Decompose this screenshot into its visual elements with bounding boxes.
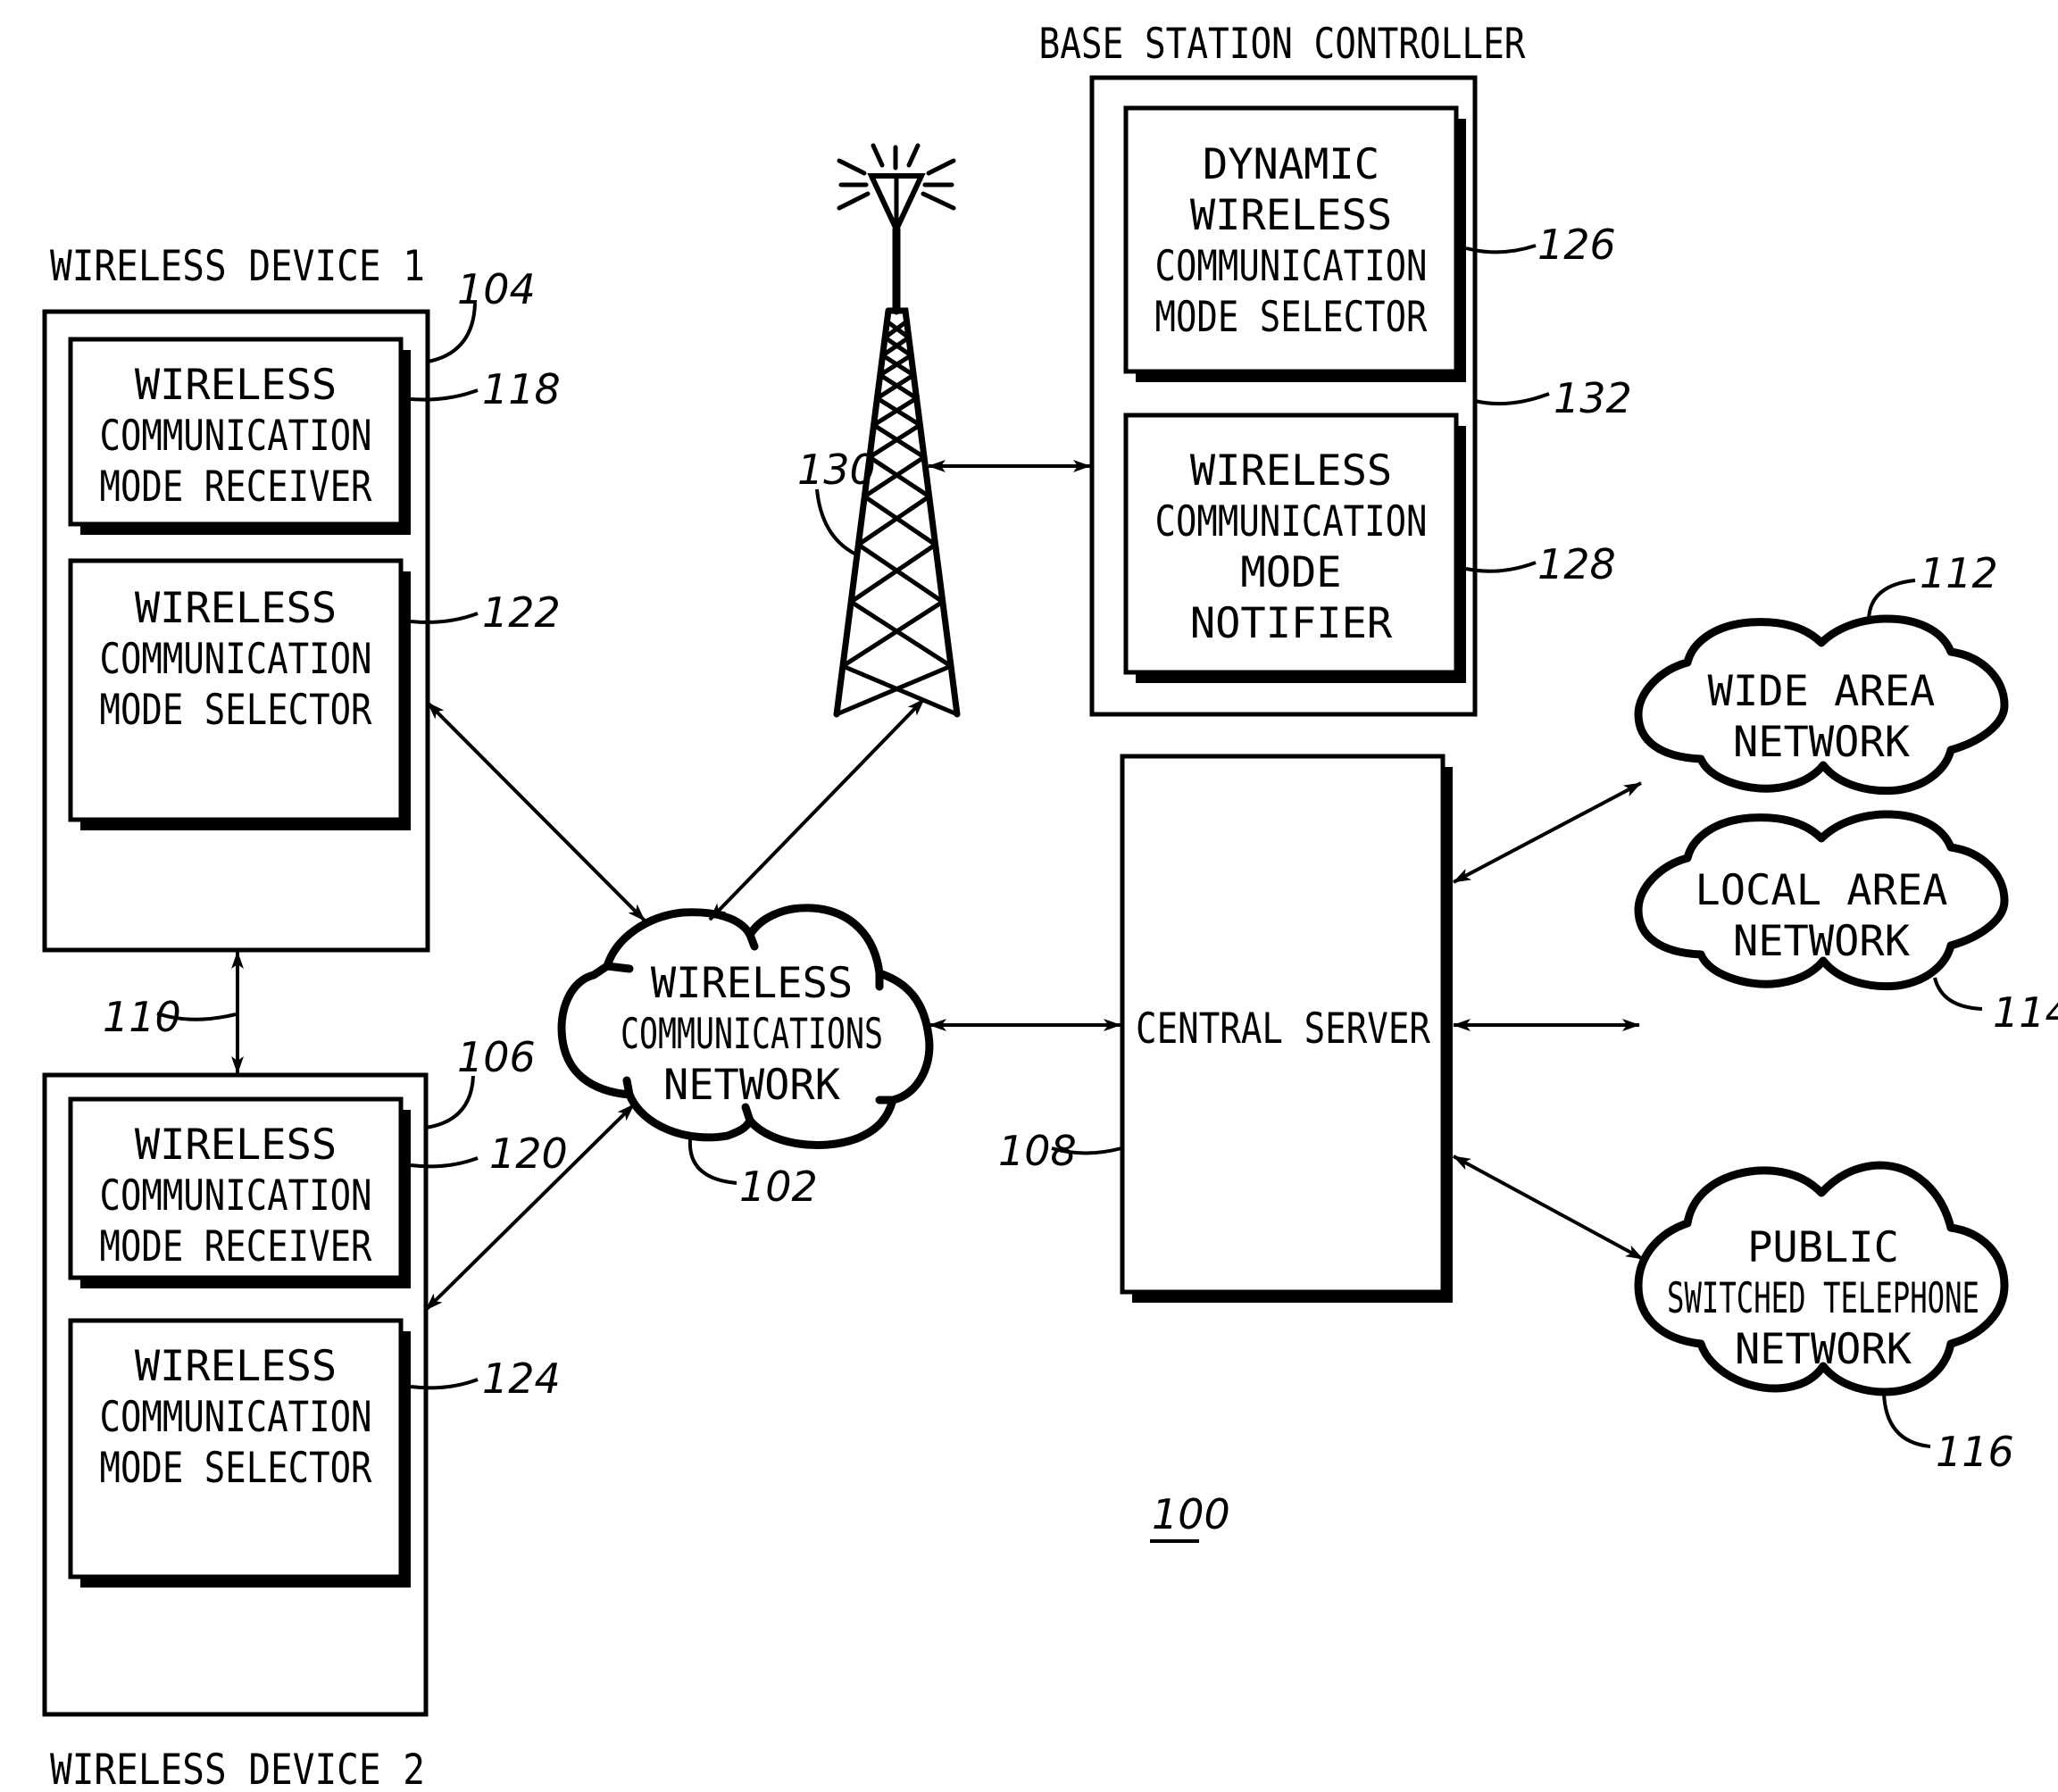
lattice-brace [849, 599, 953, 669]
lattice-brace [841, 599, 945, 669]
system-diagram: WIRELESS DEVICE 1 104 WIRELESS COMMUNICA… [42, 20, 2058, 1792]
lattice-brace [862, 494, 937, 547]
notifier-line-2: COMMUNICATION [1155, 497, 1428, 546]
selector-line-2: COMMUNICATION [100, 1393, 372, 1442]
ref-102: 102 [739, 1163, 818, 1211]
base-station-controller-title: BASE STATION CONTROLLER [1039, 20, 1527, 69]
dynamic-mode-selector: DYNAMIC WIRELESS COMMUNICATION MODE SELE… [1123, 105, 1466, 382]
ref-132: 132 [1554, 374, 1632, 422]
arrow-device1-to-wcn [426, 701, 646, 922]
wireless-communications-network: WIRELESS COMMUNICATIONS NETWORK [557, 904, 934, 1149]
leader-112 [1867, 579, 1916, 620]
lattice-brace [856, 494, 931, 547]
lan-line-1: LOCAL AREA [1696, 866, 1948, 915]
pstn-line-1: PUBLIC [1747, 1223, 1899, 1272]
wireless-device-2-selector: WIRELESS COMMUNICATION MODE SELECTOR [68, 1318, 411, 1588]
ref-122: 122 [482, 588, 561, 637]
selector-line-1: WIRELESS [135, 1342, 337, 1391]
notifier-line-1: WIRELESS [1190, 446, 1392, 496]
ref-106: 106 [457, 1033, 536, 1081]
wan-line-2: NETWORK [1733, 718, 1911, 767]
selector-line-3: MODE SELECTOR [100, 1444, 373, 1493]
receiver-line-1: WIRELESS [135, 361, 337, 410]
ref-104: 104 [457, 265, 536, 313]
receiver-line-2: COMMUNICATION [100, 412, 372, 461]
selector-line-1: WIRELESS [135, 584, 337, 633]
leader-114 [1933, 977, 1983, 1011]
pstn-line-3: NETWORK [1735, 1325, 1912, 1374]
local-area-network: LOCAL AREA NETWORK [1634, 810, 2009, 991]
wireless-device-1-selector: WIRELESS COMMUNICATION MODE SELECTOR [68, 558, 411, 830]
wireless-device-1: WIRELESS DEVICE 1 104 WIRELESS COMMUNICA… [42, 242, 561, 953]
dynamic-selector-line-2: WIRELESS [1190, 191, 1392, 240]
dynamic-selector-line-4: MODE SELECTOR [1155, 293, 1429, 342]
lattice-brace [836, 663, 953, 717]
dynamic-selector-line-1: DYNAMIC [1203, 140, 1379, 189]
leader-106 [425, 1075, 475, 1129]
ref-130: 130 [797, 446, 876, 494]
tower-lattice [836, 319, 958, 717]
receiver-line-1: WIRELESS [135, 1121, 337, 1170]
public-switched-telephone-network: PUBLIC SWITCHED TELEPHONE NETWORK [1634, 1161, 2009, 1396]
ref-108: 108 [998, 1127, 1077, 1175]
ref-112: 112 [1920, 549, 1998, 597]
ref-116: 116 [1936, 1428, 2014, 1476]
ref-114: 114 [1993, 988, 2058, 1037]
wireless-device-1-title: WIRELESS DEVICE 1 [50, 242, 425, 291]
arrow-central-server-to-pstn [1453, 1154, 1644, 1261]
mode-notifier: WIRELESS COMMUNICATION MODE NOTIFIER [1123, 413, 1466, 683]
leader-102 [687, 1138, 737, 1185]
lattice-brace [868, 454, 931, 499]
ref-118: 118 [482, 365, 561, 413]
ref-126: 126 [1537, 221, 1616, 269]
wireless-device-2-title: WIRELESS DEVICE 2 [50, 1746, 425, 1792]
lattice-brace [841, 663, 958, 717]
ref-124: 124 [482, 1354, 561, 1403]
ref-110: 110 [103, 993, 181, 1041]
lattice-brace [849, 542, 937, 604]
wcn-line-1: WIRELESS [651, 959, 853, 1008]
cell-tower-icon [833, 143, 961, 718]
leader-130 [815, 488, 855, 555]
receiver-line-2: COMMUNICATION [100, 1171, 372, 1221]
notifier-line-3: MODE [1240, 548, 1341, 597]
base-station-controller: BASE STATION CONTROLLER 132 DYNAMIC WIRE… [1039, 20, 1632, 717]
arrow-tower-to-wcn [708, 697, 926, 921]
leader-116 [1882, 1392, 1931, 1448]
ref-128: 128 [1537, 540, 1616, 588]
figure-label: 100 [1152, 1490, 1230, 1538]
wireless-device-2-receiver: WIRELESS COMMUNICATION MODE RECEIVER [68, 1096, 411, 1288]
central-server-label: CENTRAL SERVER [1136, 1004, 1431, 1054]
ref-120: 120 [489, 1129, 568, 1178]
wcn-line-2: COMMUNICATIONS [621, 1010, 883, 1059]
dynamic-selector-line-3: COMMUNICATION [1155, 242, 1428, 291]
lan-line-2: NETWORK [1733, 917, 1911, 966]
notifier-line-4: NOTIFIER [1190, 599, 1393, 648]
wireless-device-2: WIRELESS DEVICE 2 106 WIRELESS COMMUNICA… [42, 1033, 568, 1792]
central-server: CENTRAL SERVER [1120, 754, 1453, 1303]
wireless-device-1-receiver: WIRELESS COMMUNICATION MODE RECEIVER [68, 337, 411, 535]
selector-line-2: COMMUNICATION [100, 635, 372, 684]
lattice-brace [856, 542, 945, 604]
pstn-line-2: SWITCHED TELEPHONE [1667, 1274, 1979, 1323]
wan-line-1: WIDE AREA [1708, 667, 1936, 716]
wcn-line-3: NETWORK [663, 1061, 841, 1110]
receiver-line-3: MODE RECEIVER [100, 1222, 373, 1271]
selector-line-3: MODE SELECTOR [100, 686, 373, 735]
arrow-central-server-to-wan [1453, 781, 1642, 884]
wide-area-network: WIDE AREA NETWORK [1634, 614, 2009, 796]
receiver-line-3: MODE RECEIVER [100, 463, 373, 512]
leader-132 [1474, 392, 1550, 406]
